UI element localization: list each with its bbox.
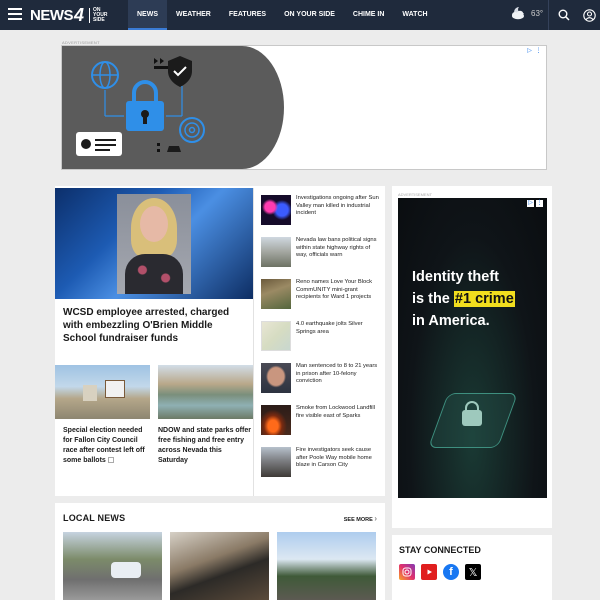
story-thumbnail (261, 237, 291, 267)
user-icon (582, 8, 596, 22)
security-graphic-icon (76, 56, 205, 156)
list-item[interactable]: Man sentenced to 8 to 21 years in prison… (261, 363, 381, 399)
nav-news[interactable]: NEWS (128, 0, 167, 30)
nav-features[interactable]: FEATURES (220, 0, 275, 30)
column-divider (253, 188, 254, 496)
local-story-image[interactable] (170, 532, 269, 600)
list-headline: Nevada law bans political signs within s… (296, 237, 377, 259)
section-title: LOCAL NEWS (63, 513, 126, 523)
local-news-section: LOCAL NEWS SEE MORE › (55, 503, 385, 600)
sub-story-image (158, 365, 253, 419)
lock-icon (462, 410, 482, 426)
ad-close-icon[interactable]: ⋮ (535, 48, 542, 55)
ad-headline-line-2: is the #1 crime (412, 291, 515, 307)
nav-on-your-side[interactable]: ON YOUR SIDE (275, 0, 344, 30)
story-thumbnail (261, 405, 291, 435)
search-icon (558, 9, 570, 21)
see-more-link[interactable]: SEE MORE › (344, 514, 377, 523)
list-headline: 4.0 earthquake jolts Silver Springs area (296, 321, 363, 335)
list-headline: Investigations ongoing after Sun Valley … (296, 195, 379, 217)
adchoices-icon[interactable]: ▷ (527, 200, 534, 207)
x-icon[interactable]: 𝕏 (465, 564, 481, 580)
banner-advertisement[interactable]: ▷ ⋮ (61, 45, 547, 170)
stay-connected-section: STAY CONNECTED f 𝕏 (392, 535, 552, 600)
local-story-image[interactable] (63, 532, 162, 600)
adchoices-icon[interactable]: ▷ (526, 48, 533, 55)
ad-close-icon[interactable]: ⋮ (536, 200, 543, 207)
nav-watch[interactable]: WATCH (393, 0, 436, 30)
story-thumbnail (261, 195, 291, 225)
sub-story-ndow[interactable]: NDOW and state parks offer free fishing … (158, 365, 253, 466)
youtube-icon[interactable] (421, 564, 437, 580)
chevron-right-icon: › (374, 514, 377, 523)
ad-headline-line-3: in America. (412, 313, 490, 329)
logo-tagline: ON YOUR SIDE (89, 7, 107, 23)
list-headline: Man sentenced to 8 to 21 years in prison… (296, 363, 378, 385)
list-item[interactable]: Smoke from Lockwood Landfill fire visibl… (261, 405, 381, 441)
ad-security-illustration (62, 46, 224, 169)
hero-story-image[interactable] (55, 188, 253, 299)
ad-choices[interactable]: ▷ ⋮ (527, 200, 543, 207)
nav-weather[interactable]: WEATHER (167, 0, 220, 30)
list-headline: Reno names Love Your Block CommUNITY min… (296, 279, 373, 301)
weather-widget[interactable]: 63° (510, 6, 543, 20)
nav-chime-in[interactable]: CHIME IN (344, 0, 394, 30)
sub-story-image (55, 365, 150, 419)
logo-word: NEWS (30, 6, 74, 24)
hero-portrait (117, 194, 191, 294)
top-navigation-bar: NEWS 4 ON YOUR SIDE NEWS WEATHER FEATURES … (0, 0, 600, 30)
list-item[interactable]: Reno names Love Your Block CommUNITY min… (261, 279, 381, 315)
account-button[interactable] (578, 0, 600, 30)
story-thumbnail (261, 321, 291, 351)
sub-story-headline: NDOW and state parks offer free fishing … (158, 427, 251, 464)
ad-choices[interactable]: ▷ ⋮ (526, 48, 542, 55)
main-nav: NEWS WEATHER FEATURES ON YOUR SIDE CHIME… (128, 0, 437, 30)
list-item[interactable]: 4.0 earthquake jolts Silver Springs area (261, 321, 381, 357)
menu-icon[interactable] (8, 8, 22, 20)
logo-number: 4 (74, 4, 85, 25)
list-item[interactable]: Nevada law bans political signs within s… (261, 237, 381, 273)
local-story-image[interactable] (277, 532, 376, 600)
instagram-icon[interactable] (399, 564, 415, 580)
list-item[interactable]: Fire investigators seek cause after Pool… (261, 447, 381, 483)
search-button[interactable] (548, 0, 578, 30)
story-thumbnail (261, 363, 291, 393)
top-stories-card: WCSD employee arrested, charged with emb… (55, 186, 385, 496)
list-headline: Fire investigators seek cause after Pool… (296, 447, 372, 469)
temperature: 63° (531, 8, 544, 18)
partly-cloudy-night-icon (512, 7, 524, 20)
list-headline: Smoke from Lockwood Landfill fire visibl… (296, 405, 375, 419)
hero-story-headline[interactable]: WCSD employee arrested, charged with emb… (63, 306, 245, 345)
story-thumbnail (261, 279, 291, 309)
news4-logo[interactable]: NEWS 4 ON YOUR SIDE (30, 5, 107, 25)
sidebar-advertisement-container: ADVERTISEMENT ▷ ⋮ Identity theft is the … (392, 186, 552, 528)
advertisement-label: ADVERTISEMENT (398, 192, 432, 197)
sub-story-fallon[interactable]: Special election needed for Fallon City … (55, 365, 150, 466)
story-thumbnail (261, 447, 291, 477)
identity-theft-advertisement[interactable]: ▷ ⋮ Identity theft is the #1 crime in Am… (398, 198, 547, 498)
section-title: STAY CONNECTED (399, 545, 481, 555)
sub-story-headline: Special election needed for Fallon City … (63, 427, 145, 464)
facebook-icon[interactable]: f (443, 564, 459, 580)
list-item[interactable]: Investigations ongoing after Sun Valley … (261, 195, 381, 231)
ad-headline-line-1: Identity theft (412, 269, 499, 285)
gallery-icon (107, 457, 114, 464)
